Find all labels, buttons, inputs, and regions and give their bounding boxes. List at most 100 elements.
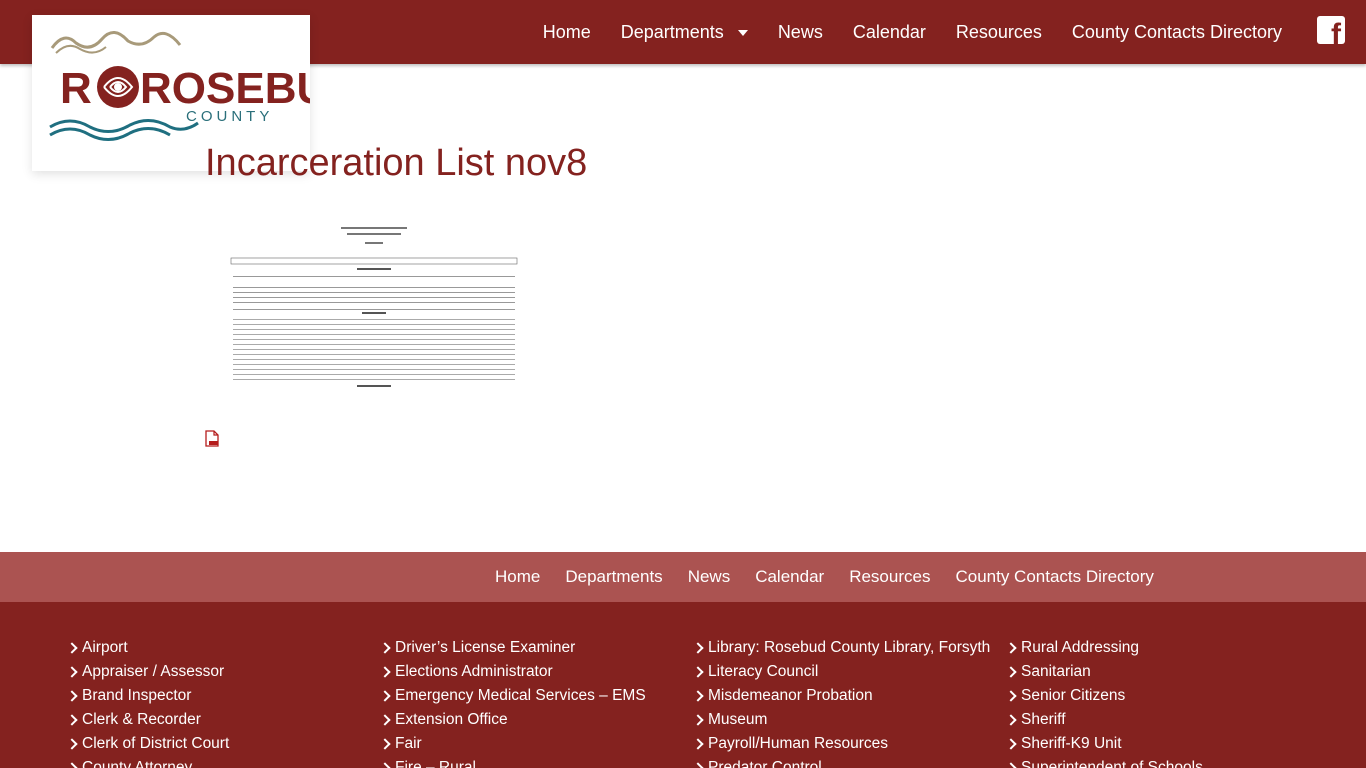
footer-link[interactable]: Sheriff: [1005, 708, 1203, 732]
footer-link-label: Library: Rosebud County Library, Forsyth: [708, 639, 991, 656]
footer-link[interactable]: Extension Office: [379, 708, 646, 732]
footer-column-1: Airport Appraiser / Assessor Brand Inspe…: [66, 636, 230, 768]
page-title: Incarceration List nov8: [205, 142, 588, 184]
chevron-right-icon: [692, 714, 704, 726]
footer-link[interactable]: Senior Citizens: [1005, 684, 1203, 708]
footer-link-label: Payroll/Human Resources: [708, 735, 889, 752]
footer-link-label: Airport: [82, 639, 128, 656]
chevron-right-icon: [692, 690, 704, 702]
chevron-right-icon: [692, 642, 704, 654]
footer-link[interactable]: Museum: [692, 708, 990, 732]
footer-navigation: Home Departments News Calendar Resources…: [0, 552, 1366, 602]
footer-link-label: Senior Citizens: [1021, 687, 1126, 704]
footer-link-label: Rural Addressing: [1021, 639, 1140, 656]
logo-wordmark: ROSEBUD: [140, 64, 310, 113]
svg-text:R: R: [60, 64, 92, 113]
chevron-right-icon: [692, 738, 704, 750]
footer-link-label: Fair: [395, 735, 422, 752]
footer-link[interactable]: Elections Administrator: [379, 660, 646, 684]
footer-column-2: Driver’s License Examiner Elections Admi…: [379, 636, 646, 768]
footer-link[interactable]: Predator Control: [692, 756, 990, 768]
footer-nav-home[interactable]: Home: [495, 567, 540, 587]
chevron-right-icon: [379, 666, 391, 678]
footer-link-label: Sheriff: [1021, 711, 1066, 728]
nav-calendar[interactable]: Calendar: [853, 22, 926, 43]
chevron-right-icon: [66, 666, 78, 678]
chevron-right-icon: [1005, 666, 1017, 678]
nav-resources[interactable]: Resources: [956, 22, 1042, 43]
footer-link[interactable]: Literacy Council: [692, 660, 990, 684]
footer-link-label: Clerk & Recorder: [82, 711, 201, 728]
footer-link[interactable]: Airport: [66, 636, 229, 660]
facebook-icon[interactable]: f: [1317, 16, 1345, 44]
footer-department-links: Airport Appraiser / Assessor Brand Inspe…: [0, 602, 1366, 768]
chevron-right-icon: [1005, 642, 1017, 654]
footer-link[interactable]: Rural Addressing: [1005, 636, 1203, 660]
footer-link[interactable]: Sheriff-K9 Unit: [1005, 732, 1203, 756]
footer-link[interactable]: County Attorney: [66, 756, 229, 768]
footer-link-label: Misdemeanor Probation: [708, 687, 873, 704]
footer-link[interactable]: Library: Rosebud County Library, Forsyth: [692, 636, 991, 660]
footer-link[interactable]: Sanitarian: [1005, 660, 1203, 684]
chevron-right-icon: [1005, 738, 1017, 750]
footer-link-label: Superintendent of Schools: [1021, 759, 1203, 768]
chevron-right-icon: [66, 738, 78, 750]
chevron-right-icon: [379, 642, 391, 654]
incarceration-list-preview: [229, 225, 519, 392]
chevron-right-icon: [66, 714, 78, 726]
nav-home[interactable]: Home: [543, 22, 591, 43]
nav-departments-label: Departments: [620, 21, 724, 42]
logo-subtitle: COUNTY: [186, 108, 273, 125]
footer-link-label: Fire – Rural: [395, 759, 476, 768]
footer-nav-resources[interactable]: Resources: [849, 567, 930, 587]
footer-nav-calendar[interactable]: Calendar: [755, 567, 824, 587]
footer-link-label: Sanitarian: [1021, 663, 1091, 680]
document-thumbnail[interactable]: [229, 225, 519, 392]
footer-link-label: Literacy Council: [708, 663, 819, 680]
footer-link[interactable]: Clerk of District Court: [66, 732, 230, 756]
footer-link-label: Predator Control: [708, 759, 822, 768]
footer-link[interactable]: Emergency Medical Services – EMS: [379, 684, 646, 708]
footer-link[interactable]: Fair: [379, 732, 646, 756]
nav-departments[interactable]: Departments: [621, 22, 748, 43]
footer-link-label: Museum: [708, 711, 768, 728]
nav-county-contacts-directory[interactable]: County Contacts Directory: [1072, 22, 1282, 43]
footer-link[interactable]: Payroll/Human Resources: [692, 732, 990, 756]
footer-link-label: Extension Office: [395, 711, 508, 728]
footer-link[interactable]: Superintendent of Schools: [1005, 756, 1203, 768]
footer-link[interactable]: Misdemeanor Probation: [692, 684, 990, 708]
footer-nav-departments[interactable]: Departments: [565, 567, 662, 587]
footer-link[interactable]: Appraiser / Assessor: [66, 660, 229, 684]
footer-link-label: Sheriff-K9 Unit: [1021, 735, 1122, 752]
footer-link[interactable]: Brand Inspector: [66, 684, 229, 708]
chevron-right-icon: [379, 714, 391, 726]
main-nav: Home Departments News Calendar Resources…: [513, 0, 1282, 64]
footer-link[interactable]: Fire – Rural: [379, 756, 646, 768]
chevron-right-icon: [1005, 762, 1017, 768]
footer-link[interactable]: Driver’s License Examiner: [379, 636, 646, 660]
footer-link-label: County Attorney: [82, 759, 193, 768]
chevron-right-icon: [379, 762, 391, 768]
pdf-file-icon[interactable]: [204, 430, 220, 447]
footer-link[interactable]: Clerk & Recorder: [66, 708, 229, 732]
chevron-right-icon: [66, 762, 78, 768]
footer-link-label: Emergency Medical Services – EMS: [395, 687, 646, 704]
footer-nav-news[interactable]: News: [688, 567, 731, 587]
chevron-right-icon: [1005, 714, 1017, 726]
chevron-right-icon: [379, 738, 391, 750]
chevron-down-icon[interactable]: [737, 30, 748, 36]
footer-link-label: Clerk of District Court: [82, 735, 230, 752]
chevron-right-icon: [66, 642, 78, 654]
chevron-right-icon: [1005, 690, 1017, 702]
chevron-right-icon: [66, 690, 78, 702]
footer-column-4: Rural Addressing Sanitarian Senior Citiz…: [1005, 636, 1203, 768]
footer-nav-county-contacts-directory[interactable]: County Contacts Directory: [955, 567, 1153, 587]
footer-column-3: Library: Rosebud County Library, Forsyth…: [692, 636, 991, 768]
chevron-right-icon: [692, 666, 704, 678]
chevron-right-icon: [692, 762, 704, 768]
footer-link-label: Driver’s License Examiner: [395, 639, 576, 656]
footer-link-label: Appraiser / Assessor: [82, 663, 225, 680]
nav-news[interactable]: News: [778, 22, 823, 43]
footer-link-label: Brand Inspector: [82, 687, 192, 704]
chevron-right-icon: [379, 690, 391, 702]
